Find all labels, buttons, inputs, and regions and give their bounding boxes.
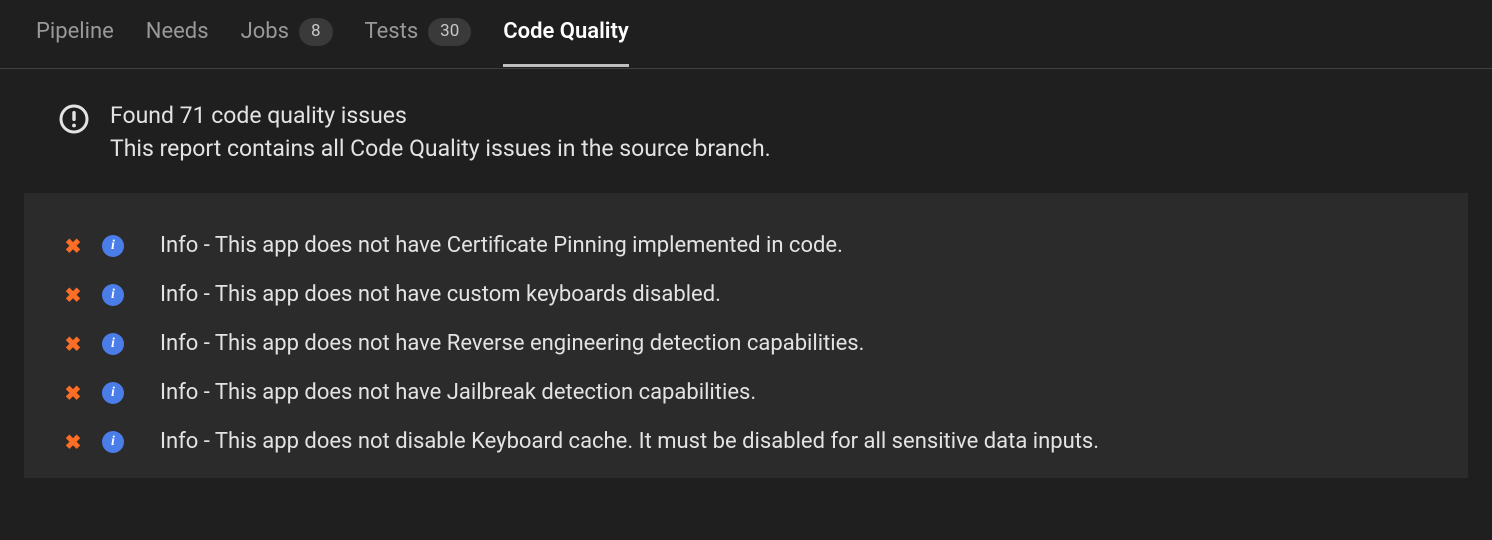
issue-text: Info - This app does not have Reverse en…	[160, 331, 864, 356]
tab-pipeline[interactable]: Pipeline	[36, 19, 114, 66]
info-icon: i	[102, 284, 124, 306]
tab-label: Pipeline	[36, 19, 114, 44]
x-icon: ✖	[64, 234, 82, 258]
issue-row[interactable]: ✖ i Info - This app does not have Revers…	[64, 319, 1428, 368]
issue-text: Info - This app does not have custom key…	[160, 282, 721, 307]
summary-section: Found 71 code quality issues This report…	[0, 69, 1492, 194]
x-icon: ✖	[64, 381, 82, 405]
info-icon: i	[102, 235, 124, 257]
issue-row[interactable]: ✖ i Info - This app does not have Jailbr…	[64, 368, 1428, 417]
warning-circle-icon	[58, 103, 90, 139]
issue-text: Info - This app does not disable Keyboar…	[160, 429, 1099, 454]
x-icon: ✖	[64, 430, 82, 454]
summary-title: Found 71 code quality issues	[110, 99, 771, 132]
info-icon: i	[102, 382, 124, 404]
tab-tests[interactable]: Tests 30	[365, 18, 472, 68]
tab-needs[interactable]: Needs	[146, 19, 209, 66]
tab-label: Needs	[146, 19, 209, 44]
info-icon: i	[102, 431, 124, 453]
tab-label: Code Quality	[503, 19, 629, 44]
tab-label: Tests	[365, 19, 419, 44]
tab-code-quality[interactable]: Code Quality	[503, 19, 629, 66]
issue-text: Info - This app does not have Jailbreak …	[160, 380, 756, 405]
tab-jobs[interactable]: Jobs 8	[241, 18, 333, 68]
summary-text: Found 71 code quality issues This report…	[110, 99, 771, 166]
issues-list: ✖ i Info - This app does not have Certif…	[24, 193, 1468, 478]
x-icon: ✖	[64, 332, 82, 356]
issue-text: Info - This app does not have Certificat…	[160, 233, 843, 258]
tab-nav: Pipeline Needs Jobs 8 Tests 30 Code Qual…	[0, 0, 1492, 69]
issue-row[interactable]: ✖ i Info - This app does not have custom…	[64, 270, 1428, 319]
tab-badge: 8	[299, 18, 333, 46]
info-icon: i	[102, 333, 124, 355]
tab-badge: 30	[428, 18, 471, 46]
tab-label: Jobs	[241, 19, 289, 44]
x-icon: ✖	[64, 283, 82, 307]
summary-subtitle: This report contains all Code Quality is…	[110, 132, 771, 165]
issue-row[interactable]: ✖ i Info - This app does not disable Key…	[64, 417, 1428, 466]
issue-row[interactable]: ✖ i Info - This app does not have Certif…	[64, 221, 1428, 270]
